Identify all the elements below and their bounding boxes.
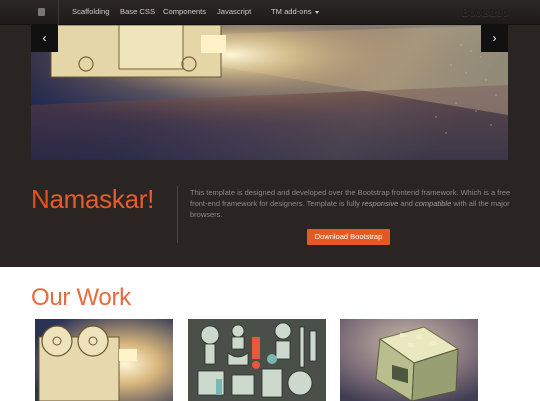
- hero-description: This template is designed and developed …: [190, 187, 512, 220]
- nav-item-base-css[interactable]: Base CSS: [120, 7, 155, 16]
- nav-item-javascript[interactable]: Javascript: [217, 7, 251, 16]
- our-work-title: Our Work: [31, 284, 131, 311]
- portfolio-item-projector[interactable]: [35, 319, 173, 401]
- hero-divider: [177, 186, 178, 243]
- top-navbar: Scaffolding Base CSS Components Javascri…: [0, 0, 540, 25]
- portfolio-item-cube[interactable]: [340, 319, 478, 401]
- portfolio-thumbnail: [340, 319, 478, 401]
- portfolio-thumbnail: [188, 319, 326, 401]
- chevron-down-icon: [314, 10, 319, 14]
- nav-item-label: TM add-ons: [271, 7, 312, 16]
- slider-next-button[interactable]: ›: [481, 25, 508, 52]
- hero-title: Namaskar!: [31, 184, 154, 215]
- chevron-left-icon: ‹: [42, 31, 47, 45]
- slider-prev-button[interactable]: ‹: [31, 25, 58, 52]
- nav-item-components[interactable]: Components: [163, 7, 206, 16]
- download-bootstrap-button[interactable]: Download Bootstrap: [307, 229, 390, 245]
- slider-image: [31, 25, 508, 160]
- portfolio-item-gadgets[interactable]: [188, 319, 326, 401]
- hero-text-part: and: [398, 199, 415, 208]
- portfolio-thumbnail: [35, 319, 173, 401]
- home-icon[interactable]: [38, 8, 45, 16]
- brand-logo[interactable]: Bootstrap: [461, 5, 508, 20]
- chevron-right-icon: ›: [492, 31, 497, 45]
- hero-text-emphasis: responsive: [362, 199, 399, 208]
- nav-item-scaffolding[interactable]: Scaffolding: [72, 7, 109, 16]
- nav-divider: [58, 0, 59, 25]
- hero-text-emphasis: compatible: [415, 199, 452, 208]
- hero-title-initial: N: [31, 184, 50, 214]
- hero-title-rest: amaskar!: [49, 184, 155, 214]
- nav-item-tm-add-ons[interactable]: TM add-ons: [271, 7, 319, 16]
- image-slider: [31, 25, 508, 160]
